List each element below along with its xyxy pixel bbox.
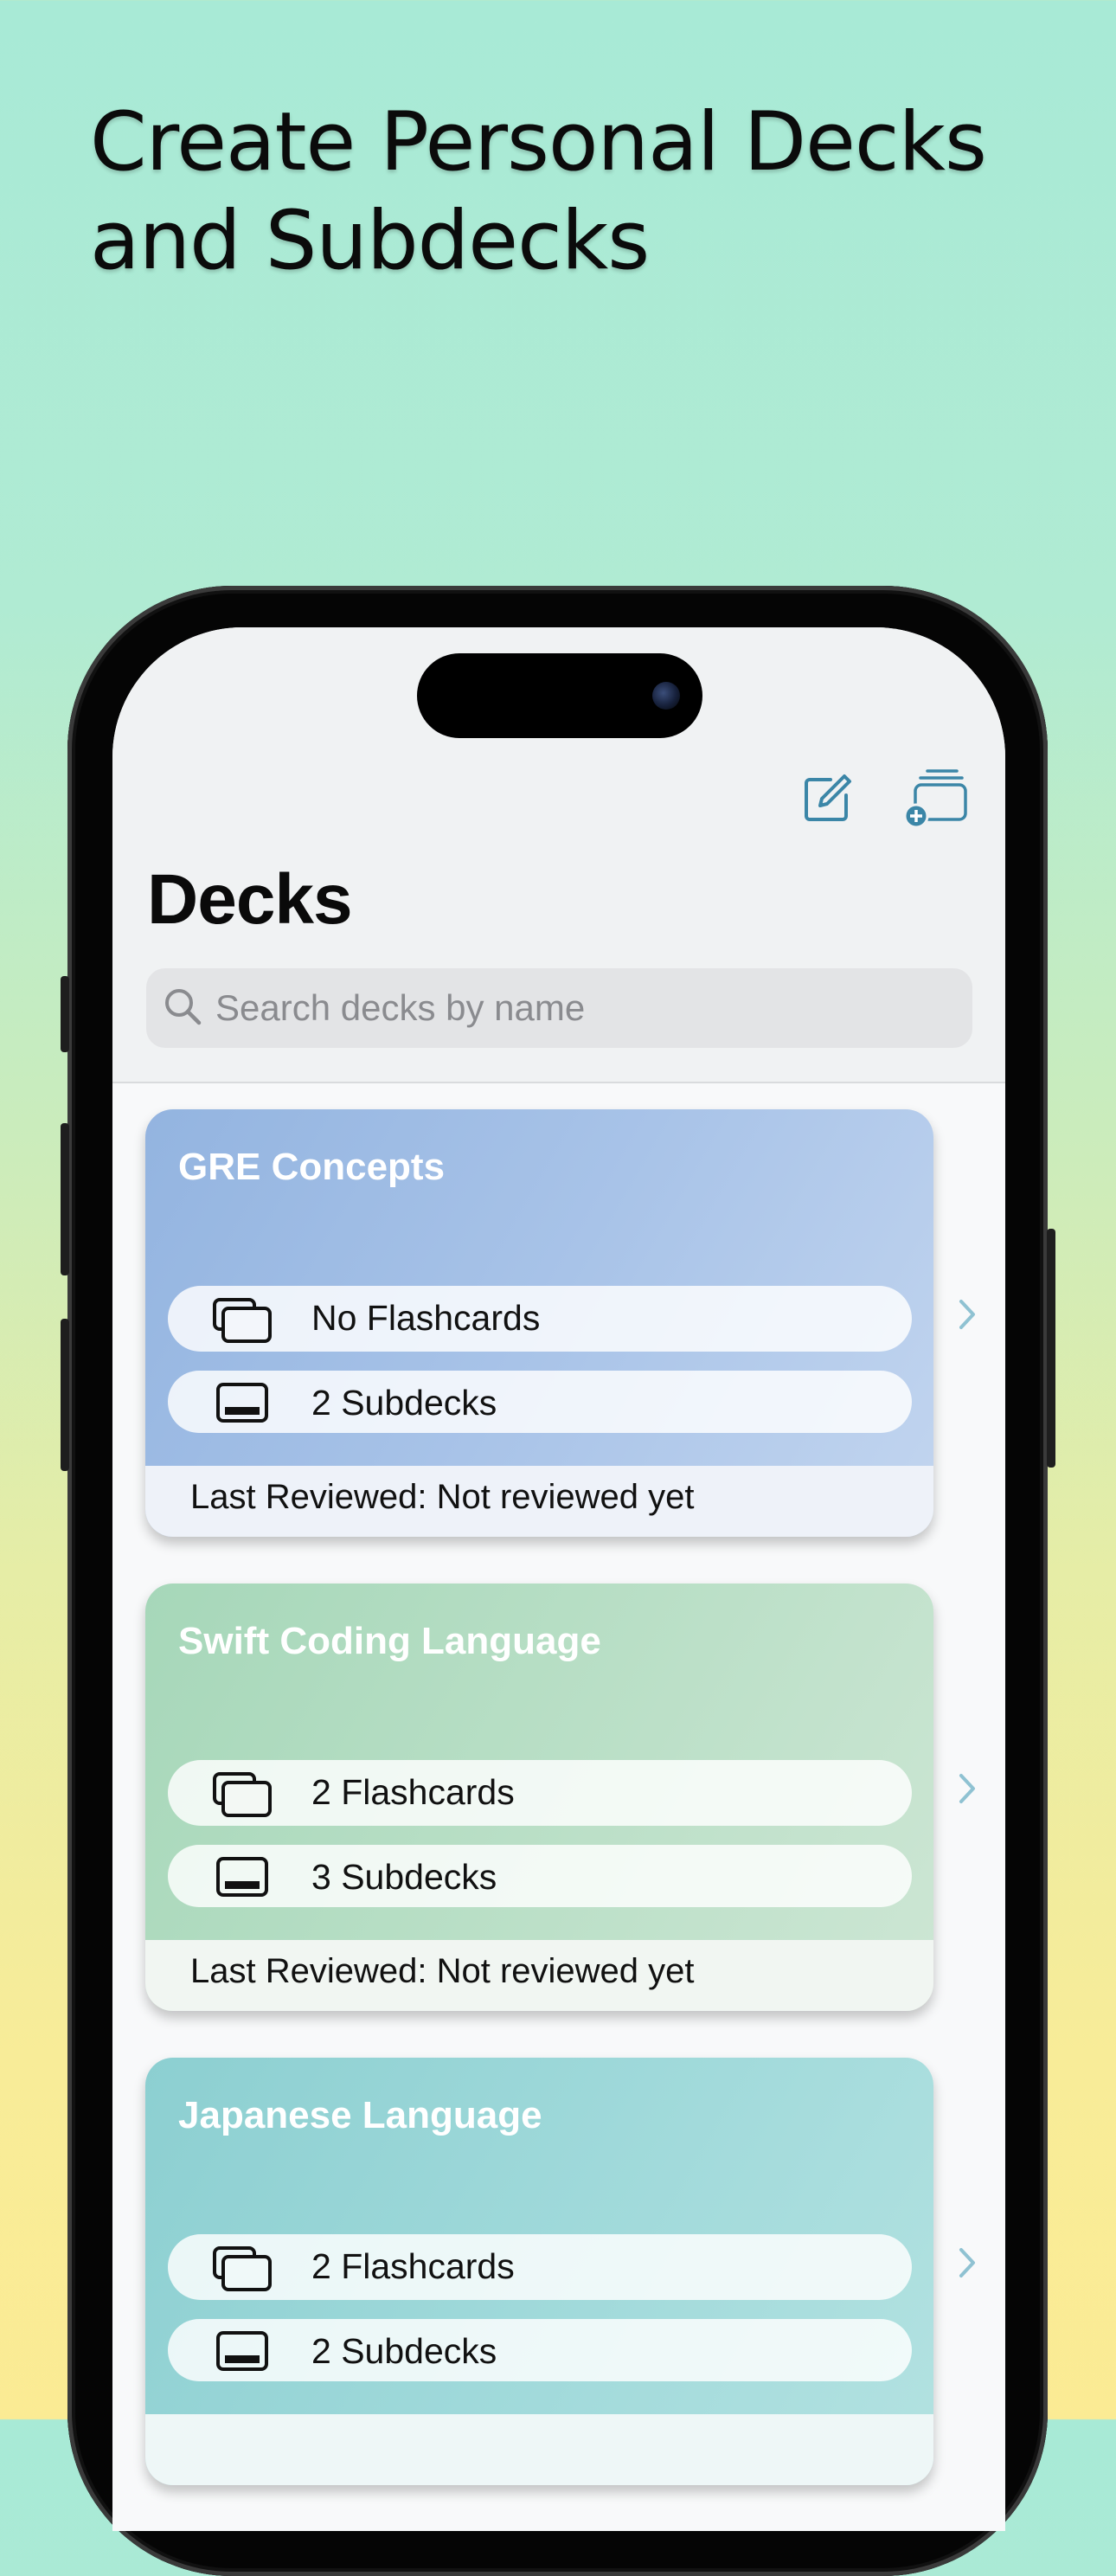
flashcards-icon (211, 1296, 273, 1347)
last-reviewed: Last Reviewed: Not reviewed yet (190, 1952, 695, 1990)
subdeck-count-pill: 2 Subdecks (168, 2319, 912, 2381)
headline-line-2: and Subdecks (90, 194, 650, 288)
deck-title: GRE Concepts (178, 1146, 446, 1188)
flashcards-icon (211, 1770, 273, 1821)
subdecks-icon (211, 1381, 273, 1429)
deck-card-japanese-language[interactable]: Japanese Language 2 Flashcards 2 Subdeck… (145, 2058, 933, 2485)
search-input[interactable]: Search decks by name (146, 968, 972, 1048)
volume-down-button (61, 1319, 69, 1471)
flashcard-count: No Flashcards (311, 1298, 541, 1338)
subdecks-icon (211, 2329, 273, 2377)
flashcards-icon (211, 2245, 273, 2296)
subdeck-count: 2 Subdecks (311, 2331, 497, 2371)
search-placeholder: Search decks by name (215, 987, 586, 1028)
promo-headline: Create Personal Decks and Subdecks (90, 93, 1042, 291)
deck-footer: Last Reviewed: Not reviewed yet (145, 1940, 933, 2011)
action-button (61, 976, 69, 1052)
deck-card-swift-coding-language[interactable]: Swift Coding Language 2 Flashcards 3 Sub… (145, 1584, 933, 2011)
headline-line-1: Create Personal Decks (90, 95, 987, 190)
flashcard-count-pill: 2 Flashcards (168, 2234, 912, 2300)
square-pencil-icon[interactable] (801, 773, 853, 829)
search-icon (162, 986, 205, 1033)
subdeck-count-pill: 3 Subdecks (168, 1845, 912, 1907)
subdeck-count: 2 Subdecks (311, 1383, 497, 1423)
last-reviewed: Last Reviewed: Not reviewed yet (190, 1478, 695, 1516)
navigation-bar: Decks Search decks by name (112, 627, 1005, 1083)
stacked-cards-plus-icon[interactable] (903, 766, 969, 832)
chevron-right-icon[interactable] (954, 1294, 980, 1339)
subdecks-icon (211, 1855, 273, 1903)
subdeck-count-pill: 2 Subdecks (168, 1371, 912, 1433)
flashcard-count-pill: 2 Flashcards (168, 1760, 912, 1826)
phone-screen: Decks Search decks by name GRE Concepts … (112, 627, 1005, 2531)
chevron-right-icon[interactable] (954, 1769, 980, 1813)
dynamic-island (417, 653, 702, 738)
flashcard-count: 2 Flashcards (311, 1772, 515, 1812)
flashcard-count: 2 Flashcards (311, 2246, 515, 2286)
deck-title: Swift Coding Language (178, 1620, 601, 1662)
subdeck-count: 3 Subdecks (311, 1857, 497, 1897)
flashcard-count-pill: No Flashcards (168, 1286, 912, 1352)
deck-card-gre-concepts[interactable]: GRE Concepts No Flashcards 2 Subdecks La… (145, 1109, 933, 1537)
deck-footer: Last Reviewed: Not reviewed yet (145, 1466, 933, 1537)
page-title: Decks (147, 860, 353, 939)
power-button (1047, 1229, 1055, 1468)
volume-up-button (61, 1123, 69, 1275)
camera-icon (652, 682, 680, 710)
chevron-right-icon[interactable] (954, 2243, 980, 2287)
deck-footer (145, 2414, 933, 2485)
deck-title: Japanese Language (178, 2094, 542, 2136)
